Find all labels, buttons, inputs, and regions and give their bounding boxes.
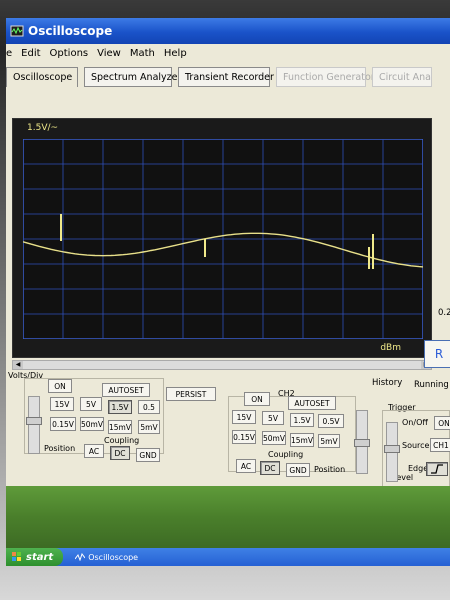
ch1-5mv-button[interactable]: 5mV (138, 420, 160, 434)
ch2-50mv-button[interactable]: 50mV (262, 431, 286, 445)
ch2-dc-button[interactable]: DC (260, 461, 280, 475)
trigger-level-slider[interactable] (384, 422, 400, 482)
rising-edge-icon (431, 464, 443, 474)
ch2-15v-button[interactable]: 15V (232, 410, 256, 424)
ch1-position-label: Position (44, 444, 76, 453)
ch2-ac-button[interactable]: AC (236, 459, 256, 473)
trigger-source-label: Source (402, 441, 430, 450)
persist-button[interactable]: PERSIST (166, 387, 216, 401)
ch1-coupling-label: Coupling (104, 436, 140, 445)
start-button[interactable]: start (6, 548, 64, 566)
menu-help[interactable]: Help (164, 48, 187, 59)
ch1-position-slider[interactable] (26, 396, 42, 454)
menu-bar: e Edit Options View Math Help (6, 44, 450, 62)
scope-grid (23, 139, 423, 339)
ch2-0-15v-button[interactable]: 0.15V (232, 430, 256, 444)
ch1-1-5v-button[interactable]: 1.5V (108, 400, 132, 414)
scroll-left-arrow[interactable]: ◀ (13, 361, 23, 369)
taskbar-oscilloscope[interactable]: Oscilloscope (75, 553, 138, 562)
tab-function-generator[interactable]: Function Generator (276, 67, 375, 87)
ch1-0-15v-button[interactable]: 0.15V (50, 417, 76, 431)
window-title: Oscilloscope (28, 24, 113, 38)
ch1-ac-button[interactable]: AC (84, 444, 104, 458)
title-bar: Oscilloscope (6, 18, 450, 44)
windows-logo-icon (12, 552, 21, 561)
ch1-0-5v-button[interactable]: 0.5 (138, 400, 160, 414)
menu-file[interactable]: e (6, 48, 12, 59)
trigger-onoff-label: On/Off (402, 418, 428, 427)
menu-edit[interactable]: Edit (21, 48, 40, 59)
running-status: Running (414, 380, 449, 390)
menu-view[interactable]: View (97, 48, 121, 59)
ch1-gnd-button[interactable]: GND (136, 448, 160, 462)
mode-tabs: Oscilloscope Spectrum Analyzer Transient… (6, 64, 450, 90)
ch2-on-button[interactable]: ON (244, 392, 270, 406)
tab-transient-recorder[interactable]: Transient Recorder (178, 67, 274, 87)
start-label: start (26, 551, 54, 563)
ch2-coupling-label: Coupling (268, 450, 304, 459)
ch2-autoset-button[interactable]: AUTOSET (288, 396, 336, 410)
ch2-1-5v-button[interactable]: 1.5V (290, 413, 314, 427)
trigger-slider-thumb[interactable] (384, 445, 400, 453)
trigger-edge-button[interactable] (426, 462, 448, 476)
ch1-autoset-button[interactable]: AUTOSET (102, 383, 150, 397)
horizontal-scrollbar[interactable]: ◀ ▶ (12, 360, 432, 370)
ch2-slider-thumb[interactable] (354, 439, 370, 447)
menu-math[interactable]: Math (130, 48, 155, 59)
oscilloscope-app-icon (10, 25, 24, 37)
run-button[interactable]: R (424, 340, 450, 368)
volts-div-readout: 1.5V/~ (27, 123, 59, 133)
screen: Oscilloscope e Edit Options View Math He… (6, 18, 450, 566)
tab-circuit-analyzer[interactable]: Circuit Analyzer (372, 67, 432, 87)
ch1-50mv-button[interactable]: 50mV (80, 417, 104, 431)
ch2-position-label: Position (314, 465, 346, 474)
desktop-wallpaper (6, 486, 450, 548)
ch2-5mv-button[interactable]: 5mV (318, 434, 340, 448)
ch2-5v-button[interactable]: 5V (262, 411, 284, 425)
ch2-0-5v-button[interactable]: 0.5V (318, 414, 344, 428)
ch2-15mv-button[interactable]: 15mV (290, 433, 314, 447)
trigger-source-select[interactable]: CH1 (430, 438, 450, 452)
tab-spectrum-analyzer[interactable]: Spectrum Analyzer (84, 67, 181, 87)
trigger-on-button[interactable]: ON (434, 416, 450, 430)
menu-options[interactable]: Options (50, 48, 89, 59)
partial-value: 0.2 (438, 308, 450, 318)
ch2-gnd-button[interactable]: GND (286, 463, 310, 477)
tab-oscilloscope[interactable]: Oscilloscope (6, 67, 78, 87)
ch2-position-slider[interactable] (354, 410, 370, 474)
history-tab[interactable]: History (372, 378, 402, 388)
ch1-5v-button[interactable]: 5V (80, 397, 102, 411)
unit-readout: dBm (380, 343, 401, 353)
ch1-15mv-button[interactable]: 15mV (108, 420, 132, 434)
taskbar: start Oscilloscope (6, 548, 450, 566)
ch1-dc-button[interactable]: DC (110, 446, 130, 460)
taskbar-item-label: Oscilloscope (88, 552, 139, 562)
ch1-15v-button[interactable]: 15V (50, 397, 74, 411)
ch1-slider-thumb[interactable] (26, 417, 42, 425)
oscilloscope-task-icon (75, 553, 86, 561)
ch1-on-button[interactable]: ON (48, 379, 72, 393)
scope-display: 1.5V/~ 2ms dBm (12, 118, 432, 358)
